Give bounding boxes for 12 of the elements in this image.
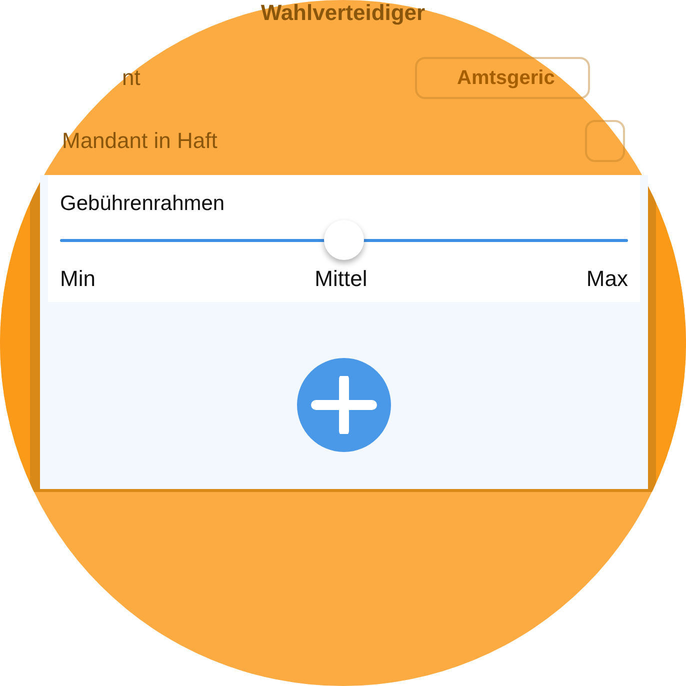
field-label: nt — [122, 65, 140, 91]
plus-icon — [308, 376, 380, 434]
slider-label: Max — [586, 266, 628, 292]
court-select[interactable]: Amtsgeric — [415, 57, 590, 99]
form-title: Wahlverteidiger — [260, 0, 426, 26]
slider-thumb[interactable] — [324, 220, 364, 260]
slider-label: Mittel — [314, 266, 368, 292]
checkbox[interactable] — [585, 120, 625, 162]
field-label: Mandant in Haft — [62, 128, 218, 154]
slider-label: Min — [60, 266, 96, 292]
slider-title: Gebührenrahmen — [60, 191, 226, 217]
slider-track[interactable] — [60, 220, 628, 262]
